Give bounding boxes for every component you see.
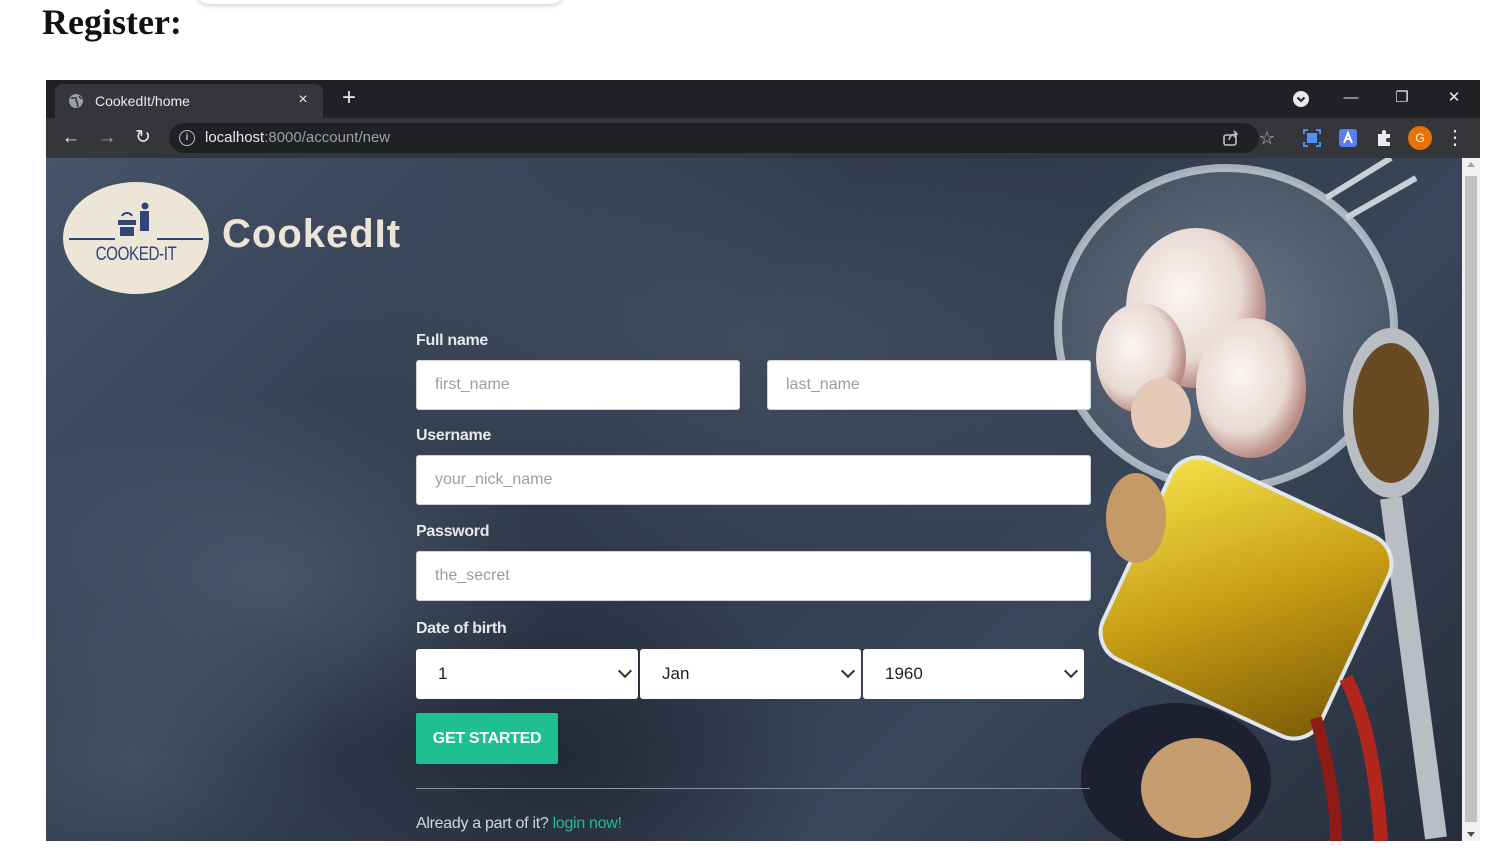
chevron-down-icon xyxy=(1063,663,1079,679)
username-label: Username xyxy=(416,427,491,444)
restore-button[interactable]: ❐ xyxy=(1392,88,1412,108)
scroll-down-arrow-icon[interactable] xyxy=(1467,832,1475,837)
password-input[interactable] xyxy=(416,551,1091,601)
dob-year-select[interactable]: 1960 xyxy=(863,649,1084,699)
screenshot-extension-icon[interactable] xyxy=(1301,127,1323,149)
profile-avatar[interactable]: G xyxy=(1408,126,1432,150)
dob-year-value: 1960 xyxy=(885,664,923,683)
tab-title: CookedIt/home xyxy=(95,93,190,109)
login-prompt: Already a part of it? login now! xyxy=(416,815,622,833)
food-background-image xyxy=(1054,158,1447,841)
brand-name: CookedIt xyxy=(222,212,402,256)
puzzle-icon[interactable] xyxy=(1373,127,1395,149)
dob-month-value: Jan xyxy=(662,664,690,683)
url-text: localhost:8000/account/new xyxy=(205,129,390,146)
logo-rule-right xyxy=(157,238,203,240)
tab-search-button[interactable] xyxy=(1291,88,1311,108)
browser-menu-icon[interactable]: ⋮ xyxy=(1443,126,1467,150)
globe-icon xyxy=(69,94,83,108)
reload-button[interactable]: ↻ xyxy=(131,126,155,150)
new-tab-button[interactable]: + xyxy=(336,85,362,111)
scroll-up-arrow-icon[interactable] xyxy=(1467,162,1475,167)
dob-day-value: 1 xyxy=(438,664,448,683)
tab-cookedit-home[interactable]: CookedIt/home × xyxy=(55,84,323,118)
first-name-input[interactable] xyxy=(416,360,740,410)
site-info-icon[interactable]: i xyxy=(179,130,195,146)
logo-text: COOKED-IT xyxy=(95,244,177,265)
dob-label: Date of birth xyxy=(416,620,507,637)
bookmark-star-icon[interactable]: ☆ xyxy=(1257,128,1277,148)
url-path: :8000/account/new xyxy=(264,129,391,146)
back-button[interactable]: ← xyxy=(59,126,83,150)
scroll-thumb[interactable] xyxy=(1465,176,1477,822)
divider xyxy=(416,788,1090,789)
share-icon[interactable] xyxy=(1221,128,1241,148)
get-started-button[interactable]: GET STARTED xyxy=(416,713,558,764)
cookedit-logo: COOKED-IT xyxy=(63,182,209,294)
page-content: COOKED-IT CookedIt Full name Username Pa… xyxy=(46,158,1462,841)
chevron-down-circle-icon xyxy=(1293,91,1309,107)
chevron-down-icon xyxy=(617,663,633,679)
tab-strip: CookedIt/home × + — ❐ ✕ xyxy=(46,80,1480,118)
dob-day-select[interactable]: 1 xyxy=(416,649,638,699)
document-heading: Register: xyxy=(42,2,182,42)
browser-window: CookedIt/home × + — ❐ ✕ ← → ↻ i localhos… xyxy=(46,80,1480,841)
dob-month-select[interactable]: Jan xyxy=(640,649,861,699)
password-label: Password xyxy=(416,523,490,540)
logo-rule-left xyxy=(69,238,115,240)
close-window-button[interactable]: ✕ xyxy=(1444,88,1464,108)
forward-button[interactable]: → xyxy=(95,126,119,150)
tab-close-icon[interactable]: × xyxy=(293,90,313,110)
login-prompt-text: Already a part of it? xyxy=(416,815,549,832)
username-input[interactable] xyxy=(416,455,1091,505)
browser-toolbar: ← → ↻ i localhost:8000/account/new ☆ G ⋮ xyxy=(46,118,1480,158)
popup-edge xyxy=(195,0,565,4)
vertical-scrollbar[interactable] xyxy=(1462,158,1480,841)
minimize-button[interactable]: — xyxy=(1341,88,1361,108)
last-name-input[interactable] xyxy=(767,360,1091,410)
translate-extension-icon[interactable] xyxy=(1337,127,1359,149)
login-link[interactable]: login now! xyxy=(553,815,622,832)
full-name-label: Full name xyxy=(416,332,488,349)
chef-icon xyxy=(118,202,149,236)
address-bar[interactable]: i localhost:8000/account/new ☆ xyxy=(169,123,1275,153)
url-host: localhost xyxy=(205,129,265,146)
chevron-down-icon xyxy=(840,663,856,679)
